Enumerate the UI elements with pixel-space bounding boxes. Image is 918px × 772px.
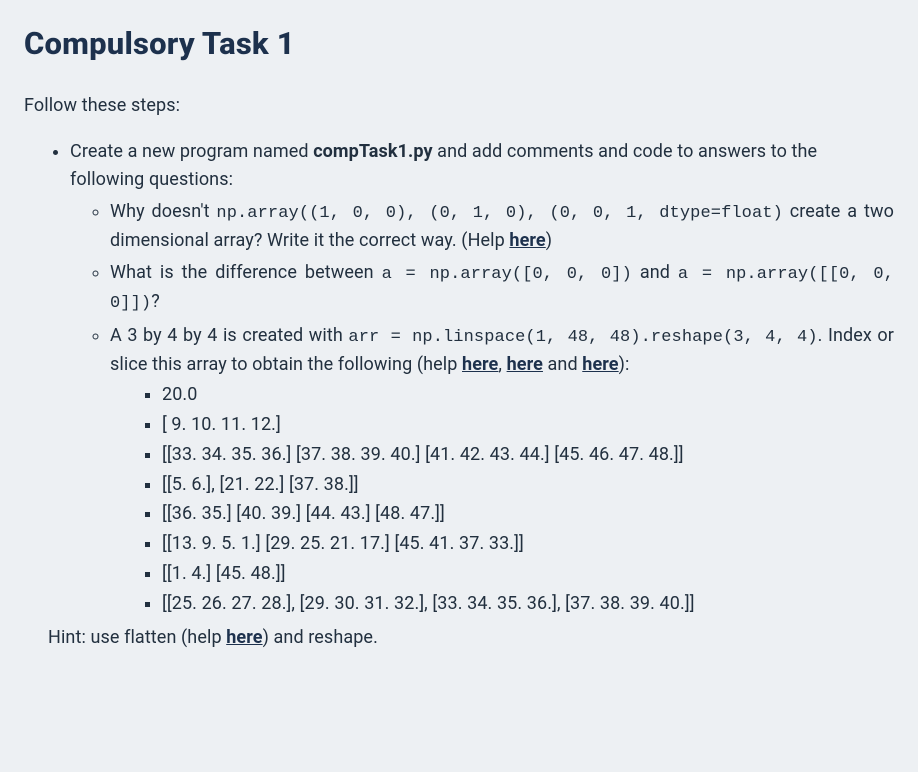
main-bullet: Create a new program named compTask1.py … (70, 138, 894, 618)
hint-seg1: Hint: use flatten (help (48, 627, 226, 648)
outputs-list: 20.0 [ 9. 10. 11. 12.] [[33. 34. 35. 36.… (110, 381, 894, 618)
q1-code: np.array((1, 0, 0), (0, 1, 0), (0, 0, 1,… (216, 204, 782, 223)
q2-seg2: and (632, 262, 678, 283)
q2-seg1: What is the difference between (110, 262, 382, 283)
question-2: What is the difference between a = np.ar… (110, 259, 894, 318)
q3-help-link-3[interactable]: here (582, 354, 618, 375)
hint-text: Hint: use flatten (help here) and reshap… (48, 624, 894, 652)
output-item: 20.0 (162, 381, 894, 409)
q2-seg3: ? (151, 291, 160, 312)
top-list: Create a new program named compTask1.py … (24, 138, 894, 618)
output-item: [[5. 6.], [21. 22.] [37. 38.]] (162, 471, 894, 499)
output-item: [[36. 35.] [40. 39.] [44. 43.] [48. 47.]… (162, 500, 894, 528)
output-item: [[13. 9. 5. 1.] [29. 25. 21. 17.] [45. 4… (162, 530, 894, 558)
intro-text: Follow these steps: (24, 92, 894, 120)
q1-seg3: ) (546, 230, 552, 251)
sub-list: Why doesn't np.array((1, 0, 0), (0, 1, 0… (70, 198, 894, 618)
q3-seg1: A 3 by 4 by 4 is created with (110, 325, 348, 346)
question-3: A 3 by 4 by 4 is created with arr = np.l… (110, 322, 894, 618)
output-item: [[25. 26. 27. 28.], [29. 30. 31. 32.], [… (162, 590, 894, 618)
page-title: Compulsory Task 1 (24, 20, 894, 68)
output-item: [[33. 34. 35. 36.] [37. 38. 39. 40.] [41… (162, 441, 894, 469)
q3-code: arr = np.linspace(1, 48, 48).reshape(3, … (348, 328, 817, 347)
q2-code1: a = np.array([0, 0, 0]) (382, 265, 632, 284)
q3-sep1: , (498, 354, 506, 375)
hint-help-link[interactable]: here (226, 627, 262, 648)
q3-help-link-1[interactable]: here (462, 354, 498, 375)
q3-sep2: and (543, 354, 582, 375)
filename: compTask1.py (313, 141, 432, 162)
q1-help-link[interactable]: here (509, 230, 545, 251)
q1-seg1: Why doesn't (110, 201, 216, 222)
q3-help-link-2[interactable]: here (507, 354, 543, 375)
bullet1-pre: Create a new program named (70, 141, 313, 162)
hint-seg2: ) and reshape. (263, 627, 378, 648)
output-item: [[1. 4.] [45. 48.]] (162, 560, 894, 588)
q3-seg3: ): (619, 354, 630, 375)
output-item: [ 9. 10. 11. 12.] (162, 411, 894, 439)
question-1: Why doesn't np.array((1, 0, 0), (0, 1, 0… (110, 198, 894, 255)
